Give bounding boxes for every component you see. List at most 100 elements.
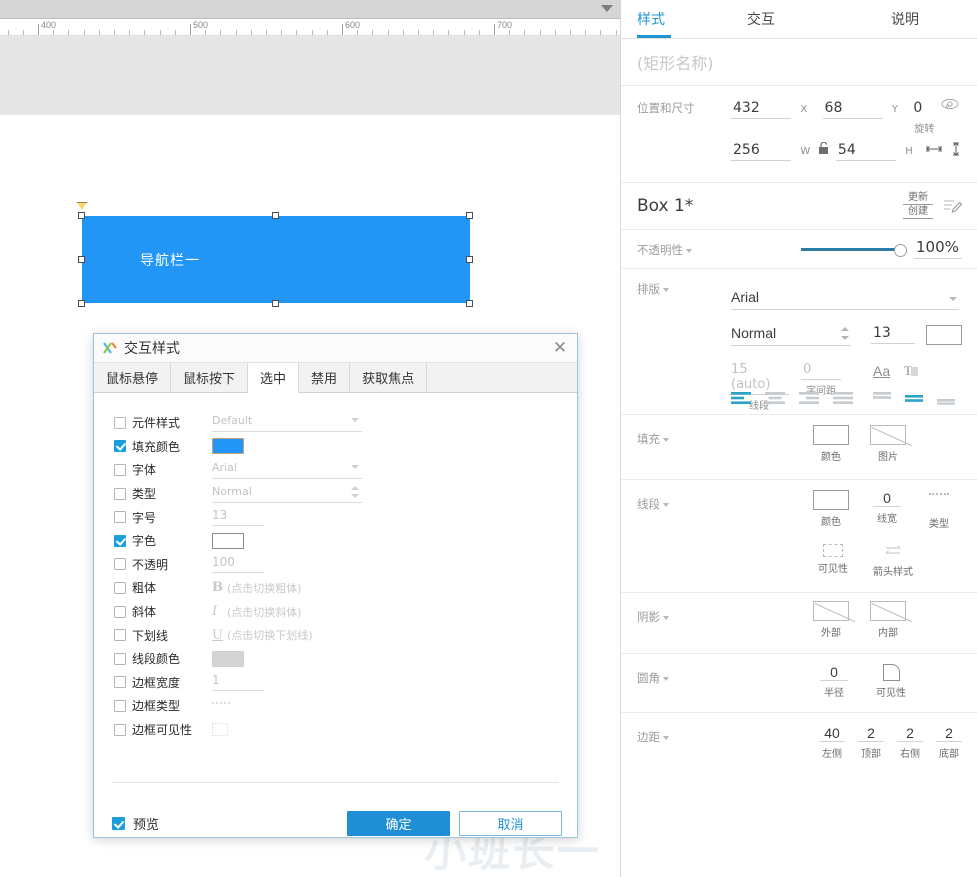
control-underline[interactable]: U (点击切换下划线) [212, 627, 392, 643]
opacity-slider[interactable] [801, 243, 907, 257]
tab-disabled[interactable]: 禁用 [299, 363, 351, 392]
tab-interaction[interactable]: 交互 [689, 0, 833, 38]
chevron-down-icon[interactable] [841, 336, 849, 340]
property-row-font-size[interactable]: 字号 13 [94, 505, 577, 529]
property-row-border-width[interactable]: 边框宽度 1 [94, 671, 577, 695]
fit-width-icon[interactable] [916, 142, 942, 159]
property-row-font[interactable]: 字体 Arial [94, 458, 577, 482]
align-top-icon[interactable] [873, 391, 893, 405]
property-row-element-style[interactable]: 元件样式 Default [94, 411, 577, 435]
control-border-width[interactable]: 1 [212, 673, 392, 692]
tab-hover[interactable]: 鼠标悬停 [94, 363, 172, 392]
property-row-border-visibility[interactable]: 边框可见性 [94, 718, 577, 742]
checkbox-font-type[interactable] [114, 487, 126, 500]
line-type-button[interactable]: 类型 [921, 490, 957, 530]
select-font[interactable]: Arial [212, 461, 362, 479]
property-row-italic[interactable]: 斜体 I (点击切换斜体) [94, 600, 577, 624]
input-font-size[interactable]: 13 [212, 508, 264, 527]
swatch-fill-color[interactable] [212, 438, 244, 455]
h-align-group[interactable] [731, 391, 855, 405]
control-italic[interactable]: I (点击切换斜体) [212, 604, 392, 620]
input-corner-radius[interactable]: 0 [820, 664, 848, 681]
swatch-font-color[interactable] [926, 325, 962, 345]
interaction-style-dialog[interactable]: 交互样式 ✕ 鼠标悬停 鼠标按下 选中 禁用 获取焦点 元件样式 Default… [93, 333, 578, 838]
input-opacity-value[interactable]: 100% [914, 238, 962, 259]
field-height[interactable]: 54 [835, 142, 896, 161]
control-font-color[interactable] [212, 532, 392, 549]
input-padding-left[interactable]: 40 [819, 725, 845, 742]
rotate-handle-icon[interactable] [77, 202, 87, 210]
input-height[interactable]: 54 [835, 142, 896, 161]
font-weight-spinner[interactable]: Normal [731, 325, 851, 346]
input-y[interactable]: 68 [822, 100, 883, 119]
control-element-style[interactable]: Default [212, 414, 392, 432]
image-icon[interactable] [870, 425, 906, 445]
inner-shadow-button[interactable]: 内部 [870, 601, 906, 639]
input-font-size[interactable]: 13 [871, 325, 915, 344]
property-row-bold[interactable]: 粗体 B (点击切换粗体) [94, 576, 577, 600]
checkbox-border-width[interactable] [114, 676, 126, 689]
line-visibility-button[interactable]: 可见性 [813, 544, 853, 575]
checkbox-border-type[interactable] [114, 699, 126, 712]
update-style-label[interactable]: 更新 [903, 191, 933, 205]
padding-right-field[interactable]: 2 右侧 [895, 725, 925, 760]
checkbox-italic[interactable] [114, 605, 126, 618]
field-font-size[interactable]: 13 [871, 325, 915, 344]
control-fill-color[interactable] [212, 438, 392, 455]
resize-handle-s[interactable] [272, 300, 279, 307]
dashed-line-icon[interactable] [212, 701, 230, 715]
control-line-color[interactable] [212, 650, 392, 667]
padding-top-field[interactable]: 2 顶部 [856, 725, 886, 760]
lock-aspect-icon[interactable] [814, 141, 833, 158]
input-x[interactable]: 432 [731, 100, 791, 119]
corner-visibility-button[interactable]: 可见性 [871, 664, 911, 699]
outer-shadow-button[interactable]: 外部 [813, 601, 849, 639]
padding-bottom-field[interactable]: 2 底部 [934, 725, 964, 760]
resize-handle-w[interactable] [78, 256, 85, 263]
border-visibility-icon[interactable] [212, 723, 228, 737]
control-border-visibility[interactable] [212, 723, 392, 737]
fill-image-button[interactable]: 图片 [870, 425, 906, 463]
property-row-opacity[interactable]: 不透明 100 [94, 553, 577, 577]
property-row-font-type[interactable]: 类型 Normal [94, 482, 577, 506]
horizontal-ruler[interactable]: 400 500 600 700 [0, 19, 620, 36]
checkbox-font-color[interactable] [114, 534, 126, 547]
field-x[interactable]: 432 [731, 100, 791, 119]
checkbox-element-style[interactable] [114, 416, 126, 429]
dialog-title-bar[interactable]: 交互样式 ✕ [94, 334, 577, 363]
control-font-size[interactable]: 13 [212, 508, 392, 527]
resize-handle-nw[interactable] [78, 212, 85, 219]
tab-selected[interactable]: 选中 [248, 363, 300, 393]
control-border-type[interactable] [212, 697, 392, 715]
outer-shadow-icon[interactable] [813, 601, 849, 621]
field-rotation[interactable]: 0 旋转 [911, 100, 937, 135]
checkbox-font-size[interactable] [114, 511, 126, 524]
swatch-fill-color[interactable] [813, 425, 849, 445]
checkbox-font[interactable] [114, 463, 126, 476]
field-opacity[interactable]: 100% [914, 238, 962, 259]
corner-visibility-icon[interactable] [882, 664, 900, 681]
line-color-button[interactable]: 颜色 [813, 490, 849, 528]
input-padding-top[interactable]: 2 [858, 725, 884, 742]
select-element-style[interactable]: Default [212, 414, 362, 432]
input-border-width[interactable]: 1 [212, 673, 264, 692]
edit-style-icon[interactable] [943, 197, 963, 220]
control-opacity[interactable]: 100 [212, 555, 392, 574]
dashed-line-icon[interactable] [929, 493, 949, 512]
swatch-font-color[interactable] [212, 532, 244, 549]
chevron-down-icon[interactable] [351, 493, 359, 498]
toggle-underline[interactable]: U (点击切换下划线) [212, 627, 392, 643]
input-line-width[interactable]: 0 [873, 490, 901, 507]
control-font[interactable]: Arial [212, 461, 392, 479]
toggle-bold[interactable]: B (点击切换粗体) [212, 580, 392, 596]
swatch-line-color[interactable] [813, 490, 849, 510]
swatch-line-color[interactable] [212, 650, 244, 667]
spinner-font-type[interactable]: Normal [212, 485, 362, 503]
cancel-button[interactable]: 取消 [459, 810, 562, 836]
align-justify-icon[interactable] [833, 391, 855, 405]
checkbox-opacity[interactable] [114, 558, 126, 571]
arrow-style-button[interactable]: 箭头样式 [869, 544, 917, 578]
checkbox-fill-color[interactable] [114, 440, 126, 453]
v-align-group[interactable] [873, 391, 957, 405]
input-opacity[interactable]: 100 [212, 555, 264, 574]
